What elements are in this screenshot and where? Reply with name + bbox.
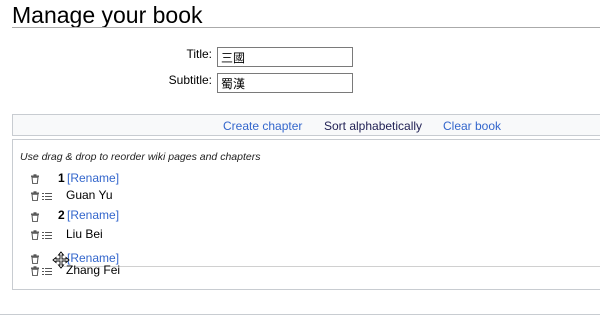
title-divider — [12, 27, 600, 28]
title-label: Title: — [186, 47, 212, 61]
trash-icon[interactable] — [30, 254, 40, 264]
subtitle-label: Subtitle: — [168, 73, 212, 87]
trash-icon[interactable] — [30, 191, 40, 201]
page-title: Manage your book — [12, 2, 203, 28]
trash-icon[interactable] — [30, 212, 40, 222]
trash-icon[interactable] — [30, 230, 40, 240]
book-toolbar — [12, 114, 600, 136]
drag-placeholder-line — [60, 266, 600, 267]
chapter-number: 1 — [58, 171, 65, 185]
page-item[interactable]: Zhang Fei — [66, 263, 120, 277]
chapter-number: 2 — [58, 208, 65, 222]
trash-icon[interactable] — [30, 266, 40, 276]
title-field[interactable] — [217, 47, 353, 67]
sort-alphabetically-link[interactable]: Sort alphabetically — [324, 119, 422, 133]
page-item[interactable]: Guan Yu — [66, 188, 113, 202]
list-icon — [42, 193, 52, 200]
drag-instructions: Use drag & drop to reorder wiki pages an… — [20, 151, 261, 163]
page-item[interactable]: Liu Bei — [66, 227, 103, 241]
rename-chapter-link[interactable]: [Rename] — [67, 208, 119, 222]
footer-divider — [0, 314, 600, 315]
clear-book-link[interactable]: Clear book — [443, 119, 501, 133]
trash-icon[interactable] — [30, 174, 40, 184]
move-cursor-icon — [52, 251, 70, 269]
create-chapter-link[interactable]: Create chapter — [223, 119, 302, 133]
rename-chapter-link[interactable]: [Rename] — [67, 171, 119, 185]
list-icon — [42, 232, 52, 239]
list-icon — [42, 268, 52, 275]
subtitle-field[interactable] — [217, 73, 353, 93]
manage-book-page: Manage your book Title: Subtitle: Create… — [0, 0, 600, 317]
